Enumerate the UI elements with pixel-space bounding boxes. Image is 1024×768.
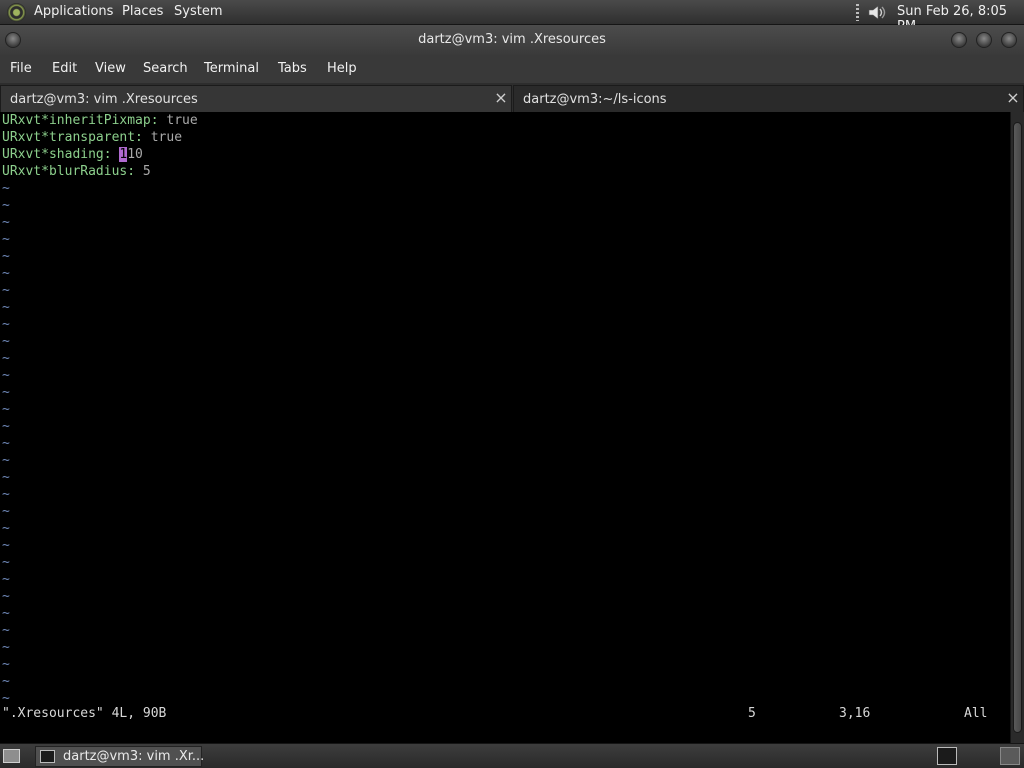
window-titlebar[interactable]: dartz@vm3: vim .Xresources — [0, 25, 1024, 55]
close-icon[interactable]: × — [493, 89, 509, 107]
status-file-info: ".Xresources" 4L, 90B — [2, 706, 167, 721]
tilde-line: ~ — [2, 181, 10, 196]
vertical-scrollbar[interactable] — [1010, 112, 1024, 743]
tab-ls-icons[interactable]: dartz@vm3:~/ls-icons × — [513, 85, 1024, 112]
panel-handle-icon — [856, 4, 859, 21]
tilde-line: ~ — [2, 385, 10, 400]
menu-tabs[interactable]: Tabs — [278, 61, 307, 76]
scrollbar-thumb[interactable] — [1013, 122, 1022, 733]
tab-label: dartz@vm3: vim .Xresources — [10, 92, 198, 107]
tab-bar: dartz@vm3: vim .Xresources × dartz@vm3:~… — [0, 83, 1024, 112]
tilde-line: ~ — [2, 572, 10, 587]
tilde-line: ~ — [2, 470, 10, 485]
workspace-switcher-icon[interactable] — [1000, 747, 1020, 765]
menu-help[interactable]: Help — [327, 61, 357, 76]
tilde-line: ~ — [2, 402, 10, 417]
tilde-line: ~ — [2, 266, 10, 281]
bottom-panel: dartz@vm3: vim .Xr... — [0, 743, 1024, 768]
menu-search[interactable]: Search — [143, 61, 188, 76]
editor-line: URxvt*shading: 110 — [2, 147, 143, 162]
minimize-button[interactable] — [951, 32, 967, 48]
menu-view[interactable]: View — [95, 61, 126, 76]
tilde-line: ~ — [2, 674, 10, 689]
menubar: File Edit View Search Terminal Tabs Help — [0, 55, 1024, 83]
tilde-line: ~ — [2, 623, 10, 638]
menu-edit[interactable]: Edit — [52, 61, 77, 76]
menu-terminal[interactable]: Terminal — [204, 61, 259, 76]
gnome-foot-icon[interactable] — [7, 3, 26, 22]
tilde-line: ~ — [2, 606, 10, 621]
taskbar-label: dartz@vm3: vim .Xr... — [63, 749, 205, 764]
tab-vim-xresources[interactable]: dartz@vm3: vim .Xresources × — [0, 85, 512, 112]
tilde-line: ~ — [2, 589, 10, 604]
tilde-line: ~ — [2, 453, 10, 468]
window-title: dartz@vm3: vim .Xresources — [418, 32, 606, 47]
tilde-line: ~ — [2, 691, 10, 706]
editor-line: URxvt*transparent: true — [2, 130, 183, 145]
tilde-line: ~ — [2, 657, 10, 672]
tilde-line: ~ — [2, 317, 10, 332]
tilde-line: ~ — [2, 198, 10, 213]
editor-line: URxvt*inheritPixmap: true — [2, 113, 198, 128]
tilde-line: ~ — [2, 283, 10, 298]
status-command-count: 5 — [748, 706, 756, 721]
tab-label: dartz@vm3:~/ls-icons — [523, 92, 667, 107]
status-scroll-indicator: All — [964, 706, 988, 721]
tilde-line: ~ — [2, 249, 10, 264]
terminal-launcher-icon[interactable] — [937, 747, 957, 765]
tilde-line: ~ — [2, 351, 10, 366]
tilde-line: ~ — [2, 232, 10, 247]
tilde-line: ~ — [2, 521, 10, 536]
tilde-line: ~ — [2, 334, 10, 349]
tilde-line: ~ — [2, 368, 10, 383]
tilde-line: ~ — [2, 419, 10, 434]
editor-line: URxvt*blurRadius: 5 — [2, 164, 151, 179]
tilde-line: ~ — [2, 487, 10, 502]
places-menu[interactable]: Places — [122, 4, 163, 19]
taskbar-button-terminal[interactable]: dartz@vm3: vim .Xr... — [35, 746, 205, 767]
show-desktop-icon[interactable] — [3, 749, 20, 763]
tilde-line: ~ — [2, 436, 10, 451]
top-panel: Applications Places System Sun Feb 26, 8… — [0, 0, 1024, 34]
close-button[interactable] — [1001, 32, 1017, 48]
tilde-line: ~ — [2, 504, 10, 519]
status-cursor-position: 3,16 — [839, 706, 871, 721]
terminal-icon — [40, 750, 55, 763]
close-icon[interactable]: × — [1005, 89, 1021, 107]
system-menu[interactable]: System — [174, 4, 222, 19]
tilde-line: ~ — [2, 300, 10, 315]
terminal-area[interactable]: URxvt*inheritPixmap: true URxvt*transpar… — [0, 112, 1010, 743]
tilde-line: ~ — [2, 538, 10, 553]
tilde-line: ~ — [2, 640, 10, 655]
maximize-button[interactable] — [976, 32, 992, 48]
menu-file[interactable]: File — [10, 61, 32, 76]
tilde-line: ~ — [2, 555, 10, 570]
speaker-icon[interactable] — [866, 3, 888, 22]
applications-menu[interactable]: Applications — [34, 4, 113, 19]
tilde-line: ~ — [2, 215, 10, 230]
